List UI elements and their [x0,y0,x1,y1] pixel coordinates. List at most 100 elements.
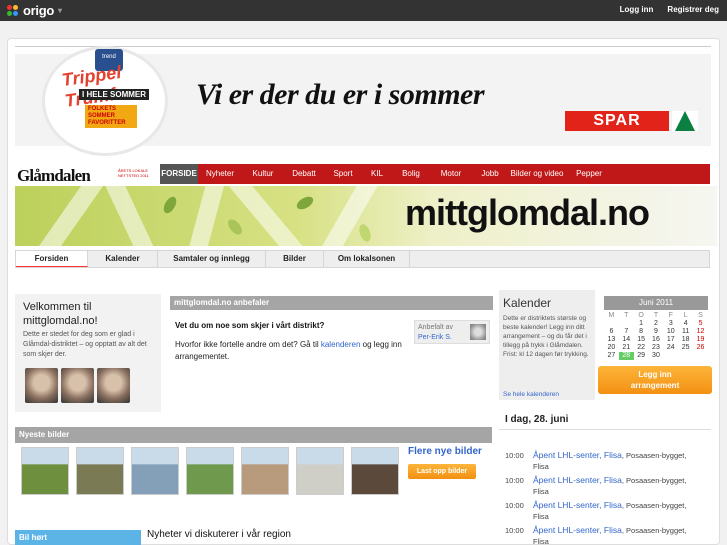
calendar-day[interactable]: 26 [693,344,708,352]
photo-thumbnail[interactable] [21,447,69,495]
calendar-day[interactable]: 7 [619,328,634,336]
recommend-text-part: Hvorfor ikke fortelle andre om det? Gå t… [175,340,321,349]
event-time: 10:00 [505,501,524,510]
subnav-item-om-lokalsonen[interactable]: Om lokalsonen [324,251,410,267]
calendar-day[interactable]: 5 [693,320,708,328]
nav-item-nyheter[interactable]: Nyheter [198,164,242,184]
event-title-link[interactable]: Åpent LHL-senter [533,450,599,460]
calendar-day[interactable]: 13 [604,336,619,344]
recommend-header: mittglomdal.no anbefaler [170,296,493,310]
calendar-day[interactable]: 11 [678,328,693,336]
nav-item-motor[interactable]: Motor [430,164,472,184]
photo-thumbnail[interactable] [131,447,179,495]
subnav-item-bilder[interactable]: Bilder [266,251,324,267]
calendar-day[interactable]: 25 [678,344,693,352]
calendar-day[interactable]: 8 [634,328,649,336]
subnav-item-kalender[interactable]: Kalender [88,251,158,267]
nav-item-forside[interactable]: FORSIDE [160,164,198,184]
calendar-day[interactable]: 17 [663,336,678,344]
calendar-day[interactable]: 14 [619,336,634,344]
event-title-link[interactable]: Åpent LHL-senter [533,500,599,510]
photo-thumbnail[interactable] [241,447,289,495]
calendar-day[interactable]: 9 [649,328,664,336]
nav-item-kil[interactable]: KIL [362,164,392,184]
weekday-label: F [668,312,673,319]
nav-item-pepper[interactable]: Pepper [566,164,612,184]
calendar-day[interactable]: 20 [604,344,619,352]
event-title-link[interactable]: Åpent LHL-senter [533,475,599,485]
calendar-text: Dette er distriktets største og beste ka… [503,315,589,358]
today-title: I dag, 28. juni [505,414,569,425]
event-place-link[interactable]: Flisa [604,450,622,460]
calendar-box: Kalender Dette er distriktets største og… [499,290,595,400]
calendar-day [678,352,693,360]
calendar-day[interactable]: 3 [663,320,678,328]
more-photos-link[interactable]: Flere nye bilder [408,446,482,457]
calendar-day[interactable]: 6 [604,328,619,336]
photo-thumbnail[interactable] [296,447,344,495]
avatar[interactable] [470,324,486,340]
recommended-by: Anbefalt av Per-Erik S. [414,320,490,344]
login-link[interactable]: Logg inn [620,5,654,14]
event-place-link[interactable]: Flisa [604,500,622,510]
calendar-link[interactable]: kalenderen [321,340,361,349]
avatar[interactable] [97,368,130,403]
glamdalen-logo[interactable]: Glåmdalen [17,166,91,186]
calendar-day[interactable]: 4 [678,320,693,328]
calendar-day[interactable]: 29 [634,352,649,360]
welcome-box: Velkommen til mittglomdal.no! Dette er s… [15,294,161,412]
avatar[interactable] [61,368,94,403]
calendar-day[interactable]: 19 [693,336,708,344]
photo-thumbnail[interactable] [186,447,234,495]
nav-item-sport[interactable]: Sport [324,164,362,184]
calendar-day[interactable]: 10 [663,328,678,336]
event-time: 10:00 [505,526,524,535]
event-place-link[interactable]: Flisa [604,525,622,535]
photo-thumbnail[interactable] [351,447,399,495]
upload-photos-button[interactable]: Last opp bilder [408,464,476,479]
calendar-day[interactable]: 21 [619,344,634,352]
calendar-day[interactable]: 18 [678,336,693,344]
nav-item-bilder-og-video[interactable]: Bilder og video [508,164,566,184]
avatar[interactable] [25,368,58,403]
banner-title: mittglomdal.no [405,192,650,233]
subnav-item-forsiden[interactable]: Forsiden [16,251,88,267]
calendar-day[interactable]: 27 [604,352,619,360]
welcome-text: Dette er stedet for deg som er glad i Gl… [23,331,147,358]
calendar-month[interactable]: Juni 2011 [604,296,708,310]
nav-item-debatt[interactable]: Debatt [284,164,324,184]
badge-line1: I HELE SOMMER [79,89,150,100]
spar-tree-icon [672,111,698,131]
recommended-by-label: Anbefalt av [418,324,454,331]
origo-brand: origo [23,3,54,18]
nav-item-jobb[interactable]: Jobb [472,164,508,184]
ad-slogan: Vi er der du er i sommer [196,78,485,111]
event-place-link[interactable]: Flisa [604,475,622,485]
subnav-item-samtaler-og-innlegg[interactable]: Samtaler og innlegg [158,251,266,267]
calendar-day[interactable]: 30 [649,352,664,360]
calendar-day[interactable]: 28 [618,352,634,360]
calendar-day[interactable]: 1 [634,320,649,328]
see-calendar-link[interactable]: Se hele kalenderen [503,391,559,398]
calendar-day[interactable]: 23 [649,344,664,352]
calendar-day[interactable]: 15 [634,336,649,344]
calendar-day[interactable]: 22 [634,344,649,352]
origo-logo[interactable]: origo ▾ [7,3,62,18]
add-event-button[interactable]: Legg inn arrangement [598,366,712,394]
calendar-day[interactable]: 16 [649,336,664,344]
nav-item-bolig[interactable]: Bolig [392,164,430,184]
nav-item-kultur[interactable]: Kultur [242,164,284,184]
spar-logo: SPAR [565,111,669,131]
calendar-day[interactable]: 24 [663,344,678,352]
chevron-down-icon[interactable]: ▾ [58,6,62,15]
add-event-label: Legg inn arrangement [630,370,680,390]
trippel-trumf-badge[interactable]: trend Trippel Trumf I HELE SOMMER FOLKET… [42,46,168,156]
photo-thumbnail[interactable] [76,447,124,495]
recommended-by-name[interactable]: Per-Erik S. [418,334,452,341]
register-link[interactable]: Registrer deg [667,5,719,14]
event-title-link[interactable]: Åpent LHL-senter [533,525,599,535]
calendar-day[interactable]: 12 [693,328,708,336]
award-badge: ÅRETS LOKALE NETTSTED 2011 [118,168,149,178]
main-nav: FORSIDE Nyheter Kultur Debatt Sport KIL Bolig M… [160,164,710,184]
calendar-day[interactable]: 2 [649,320,664,328]
